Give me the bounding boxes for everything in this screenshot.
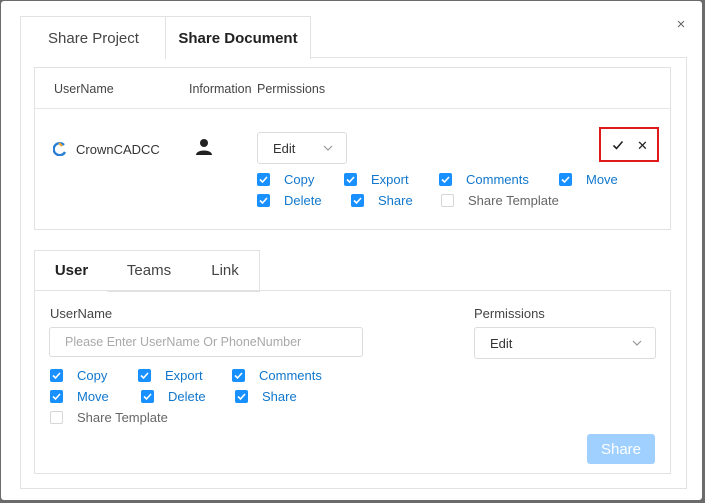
share-button[interactable]: Share (587, 434, 655, 464)
tab-share-document[interactable]: Share Document (165, 16, 311, 59)
username-input[interactable] (49, 327, 363, 357)
tab-link[interactable]: Link (191, 250, 260, 292)
checkbox-delete[interactable] (141, 390, 154, 403)
checkbox-share-template[interactable] (441, 194, 454, 207)
checkbox-label[interactable]: Comments (259, 368, 322, 383)
table-row-username: CrownCADCC (76, 142, 160, 157)
tab-share-project[interactable]: Share Project (20, 16, 166, 58)
checkbox-export[interactable] (138, 369, 151, 382)
add-user-panel (34, 290, 671, 474)
row-permission-value: Edit (273, 141, 296, 156)
checkbox-label[interactable]: Delete (284, 193, 322, 208)
cancel-icon[interactable]: ✕ (637, 138, 648, 154)
chevron-down-icon (323, 145, 333, 151)
checkbox-label[interactable]: Share (262, 389, 297, 404)
checkbox-label[interactable]: Export (371, 172, 409, 187)
close-icon[interactable]: × (674, 17, 688, 32)
checkbox-copy[interactable] (257, 173, 270, 186)
checkbox-label[interactable]: Move (77, 389, 109, 404)
checkbox-label[interactable]: Comments (466, 172, 529, 187)
shared-users-table: UserName Information Permissions CrownCA… (34, 67, 671, 230)
tab-teams[interactable]: Teams (107, 250, 192, 292)
checkbox-label[interactable]: Delete (168, 389, 206, 404)
permission-value: Edit (490, 336, 513, 351)
row-edit-actions: ✕ (599, 127, 659, 162)
checkbox-share-template[interactable] (50, 411, 63, 424)
chevron-down-icon (632, 340, 642, 346)
checkbox-comments[interactable] (232, 369, 245, 382)
user-info-icon[interactable] (195, 138, 213, 156)
checkbox-comments[interactable] (439, 173, 452, 186)
checkbox-delete[interactable] (257, 194, 270, 207)
checkbox-label[interactable]: Copy (77, 368, 107, 383)
header-information: Information (189, 82, 252, 96)
crowncad-logo-icon (53, 142, 67, 156)
checkbox-label[interactable]: Share (378, 193, 413, 208)
checkbox-share[interactable] (235, 390, 248, 403)
permissions-label: Permissions (474, 306, 545, 321)
checkbox-label[interactable]: Copy (284, 172, 314, 187)
row-permission-select[interactable]: Edit (257, 132, 347, 164)
permission-select[interactable]: Edit (474, 327, 656, 359)
checkbox-export[interactable] (344, 173, 357, 186)
header-permissions: Permissions (257, 82, 326, 96)
checkbox-move[interactable] (50, 390, 63, 403)
checkbox-move[interactable] (559, 173, 572, 186)
checkbox-label[interactable]: Share Template (77, 410, 168, 425)
checkbox-label[interactable]: Move (586, 172, 618, 187)
checkbox-label[interactable]: Share Template (468, 193, 559, 208)
username-label: UserName (50, 306, 113, 321)
checkbox-share[interactable] (351, 194, 364, 207)
checkbox-label[interactable]: Export (165, 368, 203, 383)
confirm-icon[interactable] (612, 139, 624, 151)
header-username: UserName (54, 82, 114, 96)
table-header: UserName Information Permissions (35, 68, 670, 109)
checkbox-copy[interactable] (50, 369, 63, 382)
tab-user[interactable]: User (34, 250, 109, 292)
